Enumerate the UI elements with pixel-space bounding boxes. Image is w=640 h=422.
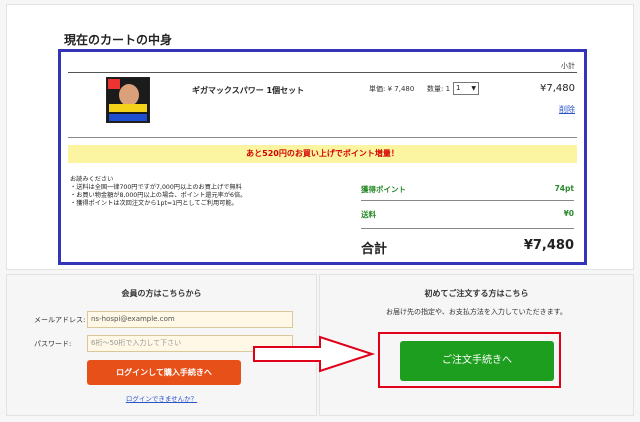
product-image[interactable] [106, 77, 150, 123]
delete-link[interactable]: 削除 [559, 104, 575, 115]
item-divider [68, 137, 577, 138]
shipping-value: ¥0 [563, 209, 574, 218]
line-total: ¥7,480 [540, 83, 575, 94]
product-name[interactable]: ギガマックスパワー 1個セット [192, 85, 304, 96]
summary-divider [361, 200, 574, 201]
points-label: 獲得ポイント [361, 185, 406, 194]
total-value: ¥7,480 [523, 238, 574, 253]
email-field[interactable]: ns-hospi@example.com [87, 311, 293, 328]
cart-box: 小計 ギガマックスパワー 1個セット 単価: ¥ 7,480 数量: 1 1 ▼… [58, 49, 587, 265]
promo-banner: あと520円のお買い上げでポイント増量！ [68, 145, 577, 163]
notes-item: 送料は全国一律700円ですが7,000円以上のお買上げで無料 [70, 184, 246, 192]
summary-divider [361, 228, 574, 229]
quantity-select-value: 1 [456, 84, 461, 92]
checkout-button[interactable]: ご注文手続きへ [400, 341, 554, 381]
quantity-label: 数量: 1 [427, 85, 451, 93]
notes-item: お買い物金額が8,000円以上の場合、ポイント還元率が6倍。 [70, 192, 246, 200]
new-customer-title: 初めてご注文する方はこちら [424, 289, 529, 298]
unit-price: 単価: ¥ 7,480 [369, 85, 415, 93]
shipping-row: 送料 ¥0 [361, 209, 574, 220]
email-label: メールアドレス: [34, 316, 86, 324]
login-checkout-button[interactable]: ログインして購入手続きへ [87, 360, 241, 385]
points-row: 獲得ポイント 74pt [361, 184, 574, 195]
quantity-select[interactable]: 1 ▼ [453, 82, 479, 95]
chevron-down-icon: ▼ [471, 85, 476, 92]
notes-heading: お読みください [70, 176, 114, 183]
product-image-band [109, 114, 147, 121]
cart-title: 現在のカートの中身 [64, 33, 173, 47]
checkout-highlight: ご注文手続きへ [378, 332, 561, 388]
product-image-badge [108, 79, 120, 89]
right-arrow-icon [253, 335, 376, 373]
new-customer-description: お届け先の指定や、お支払方法を入力していただきます。 [386, 308, 567, 316]
header-divider [68, 72, 577, 73]
login-title: 会員の方はこちらから [121, 289, 202, 298]
password-label: パスワード: [34, 340, 72, 348]
points-value: 74pt [554, 184, 574, 193]
product-image-figure [119, 84, 139, 106]
notes-block: お読みください 送料は全国一律700円ですが7,000円以上のお買上げで無料 お… [70, 176, 246, 208]
shipping-label: 送料 [361, 210, 376, 219]
total-label: 合計 [361, 242, 388, 257]
cant-login-link[interactable]: ログインできませんか？ [7, 393, 316, 403]
product-image-band [109, 104, 147, 112]
subtotal-column-header: 小計 [561, 62, 575, 70]
notes-item: 獲得ポイントは次回注文から1pt=1円としてご利用可能。 [70, 200, 246, 208]
